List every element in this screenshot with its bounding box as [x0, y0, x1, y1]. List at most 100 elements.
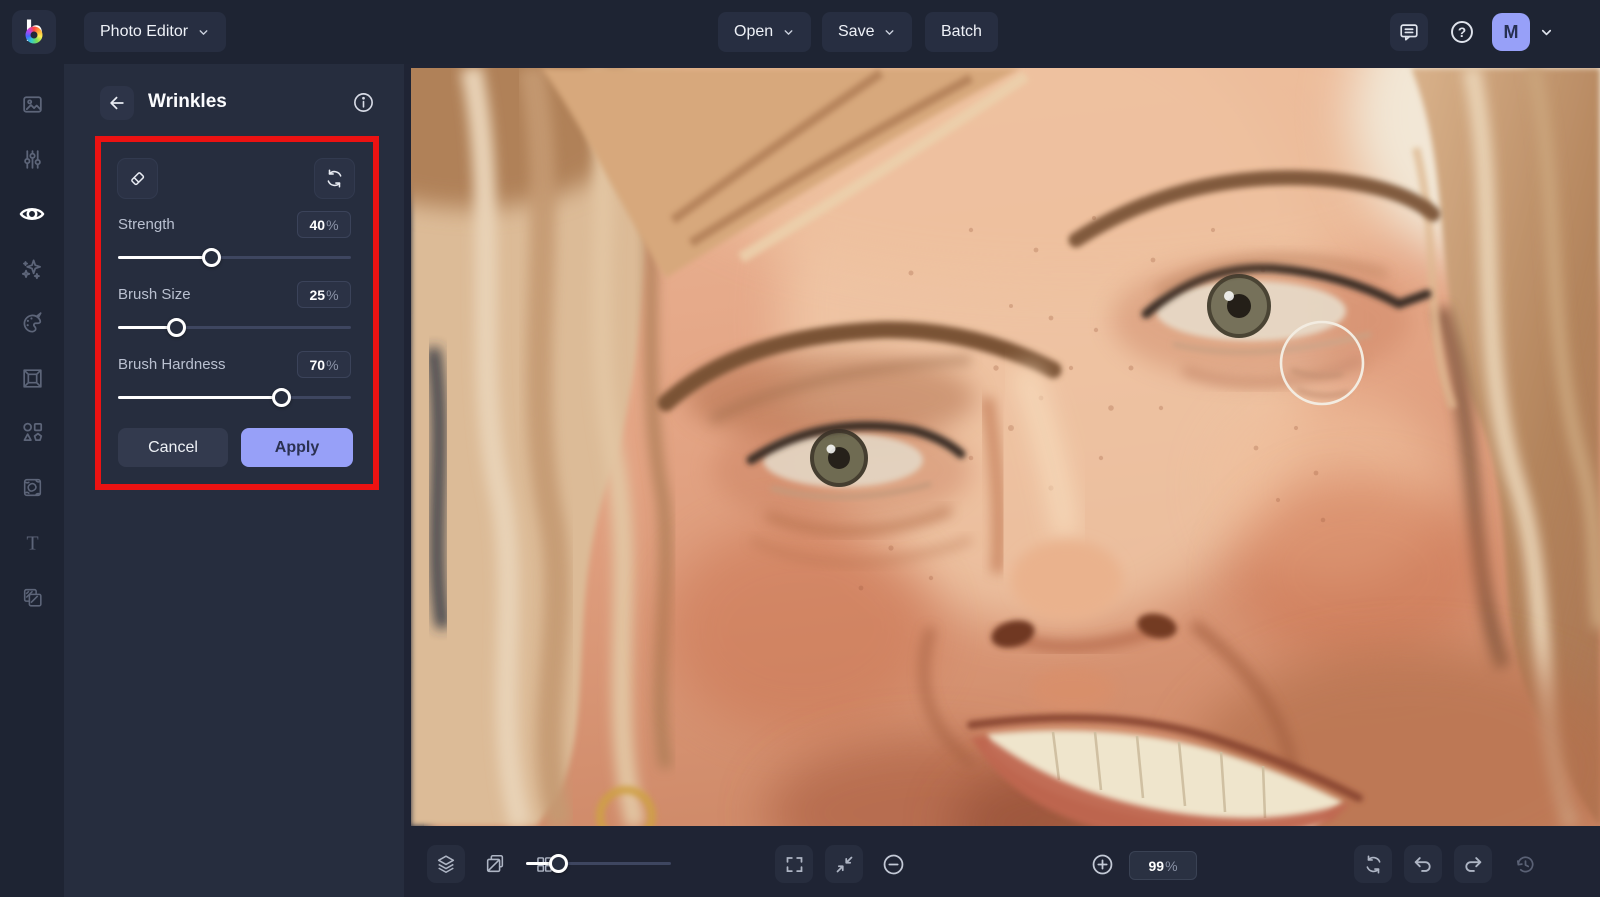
- sidebar-item-textures[interactable]: [0, 465, 64, 509]
- sidebar-item-touch-up[interactable]: [0, 192, 64, 236]
- zoom-slider-thumb[interactable]: [548, 854, 568, 873]
- brush-size-slider[interactable]: [118, 318, 351, 337]
- frames-icon: [22, 368, 42, 388]
- info-icon: [353, 92, 373, 112]
- panel-header: Wrinkles: [64, 64, 404, 136]
- fullscreen-button[interactable]: [775, 845, 813, 883]
- undo-button[interactable]: [1404, 845, 1442, 883]
- app-switcher-label: Photo Editor: [100, 23, 189, 40]
- strength-slider-thumb[interactable]: [202, 248, 222, 267]
- editor-canvas[interactable]: 99%: [404, 64, 1600, 897]
- photo-image[interactable]: [411, 68, 1600, 826]
- info-button[interactable]: [350, 89, 376, 115]
- account-avatar[interactable]: M: [1492, 13, 1530, 51]
- reset-icon: [327, 169, 342, 188]
- open-button[interactable]: Open: [718, 12, 812, 52]
- sidebar-item-graphics[interactable]: [0, 410, 64, 454]
- textures-icon: [23, 478, 41, 496]
- page-title: Wrinkles: [148, 91, 227, 112]
- layers-icon: [437, 855, 455, 874]
- sidebar-item-overlays[interactable]: [0, 575, 64, 619]
- app-logo[interactable]: b: [12, 10, 56, 54]
- effects-sparkles-icon: [21, 259, 41, 280]
- avatar-initial: M: [1503, 21, 1519, 42]
- sidebar-item-photo[interactable]: [0, 82, 64, 126]
- svg-text:?: ?: [1458, 25, 1466, 40]
- zoom-out-button[interactable]: [874, 845, 912, 883]
- strength-slider[interactable]: [118, 248, 351, 267]
- brush-size-value-badge: 25%: [297, 281, 351, 308]
- reset-icon: [1366, 854, 1380, 874]
- batch-label: Batch: [941, 23, 982, 40]
- redo-icon: [1465, 857, 1482, 872]
- eraser-tool-button[interactable]: [117, 158, 158, 199]
- question-icon: ?: [1451, 21, 1473, 43]
- brush-size-slider-thumb[interactable]: [167, 318, 187, 337]
- zoom-level-badge[interactable]: 99%: [1129, 851, 1197, 880]
- zoom-out-icon: [883, 854, 903, 874]
- zoom-in-icon: [1092, 854, 1112, 874]
- overlays-icon: [23, 588, 42, 607]
- tool-rail: T: [0, 64, 65, 897]
- sidebar-item-effects[interactable]: [0, 247, 64, 291]
- fit-screen-button[interactable]: [825, 845, 863, 883]
- arrow-left-icon: [110, 96, 124, 110]
- wrinkles-panel: Wrinkles Strength 40% Brush Size 25% Bru…: [64, 64, 404, 897]
- redo-button[interactable]: [1454, 845, 1492, 883]
- app-switcher-button[interactable]: Photo Editor: [84, 12, 227, 52]
- sidebar-item-adjust[interactable]: [0, 137, 64, 181]
- reset-image-button[interactable]: [1354, 845, 1392, 883]
- graphics-shapes-icon: [23, 422, 43, 441]
- batch-button[interactable]: Batch: [925, 12, 998, 52]
- brush-hardness-row: Brush Hardness 70%: [118, 351, 351, 378]
- account-chevron-icon[interactable]: [1539, 25, 1554, 40]
- save-label: Save: [838, 23, 875, 40]
- strength-row: Strength 40%: [118, 211, 351, 238]
- touch-up-eye-icon: [19, 208, 45, 220]
- top-bar: b Photo Editor Open Save Batch ? M: [0, 0, 1600, 64]
- eraser-icon: [131, 172, 145, 186]
- zoom-value: 99: [1148, 857, 1165, 874]
- brush-cursor: [1279, 320, 1365, 406]
- history-icon: [1516, 855, 1533, 872]
- brush-hardness-value-badge: 70%: [297, 351, 351, 378]
- text-tool-icon: T: [26, 532, 38, 554]
- back-button[interactable]: [100, 86, 134, 120]
- logo-hub: [30, 31, 38, 39]
- undo-icon: [1414, 857, 1431, 872]
- sidebar-item-frames[interactable]: [0, 356, 64, 400]
- feedback-button[interactable]: [1390, 13, 1428, 51]
- sidebar-item-artsy[interactable]: [0, 301, 64, 345]
- chevron-down-icon: [784, 29, 793, 35]
- history-button[interactable]: [1506, 845, 1544, 883]
- zoom-in-button[interactable]: [1083, 845, 1121, 883]
- apply-button[interactable]: Apply: [241, 428, 353, 467]
- chevron-down-icon: [886, 29, 894, 35]
- layers-button[interactable]: [427, 845, 465, 883]
- fit-screen-icon: [836, 856, 852, 872]
- zoom-slider[interactable]: [526, 854, 671, 873]
- brush-hardness-slider[interactable]: [118, 388, 351, 407]
- sidebar-item-text[interactable]: T: [0, 520, 64, 564]
- portrait-photo: [411, 68, 1600, 826]
- bottom-toolbar: 99%: [404, 826, 1600, 897]
- brush-hardness-label: Brush Hardness: [118, 356, 226, 373]
- chevron-down-icon: [199, 29, 208, 35]
- fullscreen-icon: [786, 856, 802, 872]
- before-after-icon: [486, 854, 504, 873]
- comment-icon: [1400, 24, 1418, 41]
- adjust-sliders-icon: [23, 149, 41, 169]
- brush-hardness-slider-thumb[interactable]: [272, 388, 292, 407]
- photo-icon: [22, 95, 42, 113]
- compare-button[interactable]: [476, 845, 514, 883]
- brush-size-label: Brush Size: [118, 286, 191, 303]
- brush-size-row: Brush Size 25%: [118, 281, 351, 308]
- artsy-palette-icon: [23, 312, 42, 333]
- reset-tool-button[interactable]: [314, 158, 355, 199]
- strength-value-badge: 40%: [297, 211, 351, 238]
- help-button[interactable]: ?: [1443, 13, 1481, 51]
- strength-label: Strength: [118, 216, 175, 233]
- save-button[interactable]: Save: [822, 12, 913, 52]
- cancel-button[interactable]: Cancel: [118, 428, 228, 467]
- open-label: Open: [734, 23, 774, 40]
